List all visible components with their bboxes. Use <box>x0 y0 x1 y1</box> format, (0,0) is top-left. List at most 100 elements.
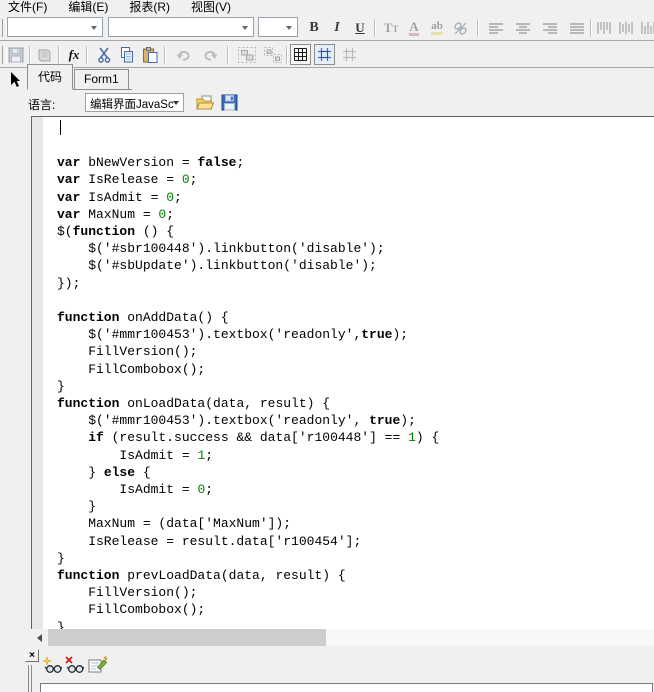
language-label: 语言: <box>28 96 55 113</box>
editor-gutter <box>32 117 43 629</box>
font-icon: TT <box>384 20 399 36</box>
function-button[interactable]: fx <box>63 44 85 66</box>
menu-item-2[interactable]: 报表(R) <box>129 0 170 14</box>
highlight-button[interactable]: ab <box>426 17 448 39</box>
chevron-down-icon <box>91 26 97 30</box>
distribute-top-button[interactable] <box>594 17 614 39</box>
delete-watch-button[interactable] <box>64 655 84 674</box>
code-line: FillCombobox(); <box>57 361 439 378</box>
bold-button[interactable]: B <box>303 17 325 39</box>
save-icon <box>221 94 238 111</box>
code-line: var MaxNum = 0; <box>57 206 439 223</box>
code-line: } <box>57 498 439 515</box>
distribute-middle-button[interactable] <box>616 17 636 39</box>
code-line: FillCombobox(); <box>57 601 439 618</box>
font-style-combobox[interactable] <box>108 17 254 37</box>
separator <box>227 46 229 64</box>
separator <box>58 46 60 64</box>
separator <box>86 46 88 64</box>
distribute-bottom-button[interactable] <box>638 17 654 39</box>
separator <box>477 19 479 37</box>
copy-icon <box>119 47 135 63</box>
separator <box>590 19 592 37</box>
italic-button[interactable]: I <box>326 17 348 39</box>
code-line: FillVersion(); <box>57 343 439 360</box>
align-left-button[interactable] <box>485 17 507 39</box>
code-line: var IsAdmit = 0; <box>57 189 439 206</box>
paste-button[interactable] <box>139 44 161 66</box>
close-panel-button[interactable]: × <box>25 649 39 662</box>
cut-button[interactable] <box>93 44 115 66</box>
tab-row: 代码Form1 <box>0 68 654 90</box>
code-line: $('#mmr100453').textbox('readonly',true)… <box>57 326 439 343</box>
snap-to-grid-icon <box>318 48 331 61</box>
code-editor[interactable]: var bNewVersion = false;var IsRelease = … <box>31 116 654 629</box>
align-right-icon <box>542 22 558 35</box>
snap-to-grid-button[interactable] <box>314 44 335 65</box>
show-grid-button[interactable] <box>290 44 311 65</box>
code-line: $('#sbUpdate').linkbutton('disable'); <box>57 257 439 274</box>
code-line: $('#mmr100453').textbox('readonly', true… <box>57 412 439 429</box>
menu-item-1[interactable]: 编辑(E) <box>68 0 108 14</box>
delete-watch-icon <box>65 656 84 674</box>
scroll-left-button[interactable] <box>31 629 48 646</box>
copy-button[interactable] <box>116 44 138 66</box>
code-line: $('#sbr100448').linkbutton('disable'); <box>57 240 439 257</box>
font-dialog-button[interactable]: TT <box>380 17 402 39</box>
ungroup-button[interactable] <box>262 44 284 66</box>
align-justify-button[interactable] <box>566 17 588 39</box>
font-family-combobox[interactable] <box>7 17 103 37</box>
add-watch-button[interactable] <box>42 655 62 674</box>
group-icon <box>238 47 256 63</box>
book-icon <box>37 48 53 63</box>
chevron-down-icon <box>242 26 248 30</box>
chevron-down-icon <box>173 101 179 105</box>
clear-format-button[interactable] <box>449 17 471 39</box>
code-line: }); <box>57 275 439 292</box>
font-color-button[interactable]: A <box>403 17 425 39</box>
redo-button[interactable] <box>199 44 221 66</box>
scrollbar-thumb[interactable] <box>48 629 326 646</box>
paste-icon <box>142 47 158 63</box>
font-size-combobox[interactable] <box>258 17 298 37</box>
pointer-tool-button[interactable] <box>8 71 21 91</box>
code-line: IsAdmit = 0; <box>57 481 439 498</box>
italic-icon: I <box>334 20 339 36</box>
language-combobox[interactable]: 编辑界面JavaSc <box>85 93 184 112</box>
edit-watch-icon <box>88 656 107 673</box>
align-right-button[interactable] <box>539 17 561 39</box>
panel-splitter[interactable] <box>28 665 32 692</box>
underline-button[interactable]: U <box>349 17 371 39</box>
code-lines: var bNewVersion = false;var IsRelease = … <box>57 137 439 629</box>
open-file-button[interactable] <box>195 92 217 113</box>
code-line: var bNewVersion = false; <box>57 154 439 171</box>
preview-button[interactable] <box>34 44 56 66</box>
edit-watch-button[interactable] <box>87 655 107 674</box>
watch-list[interactable] <box>40 683 653 692</box>
menu-item-0[interactable]: 文件(F) <box>8 0 47 14</box>
undo-icon <box>175 48 192 63</box>
code-line: } else { <box>57 464 439 481</box>
undo-button[interactable] <box>172 44 194 66</box>
report-designer-window: 文件(F) 编辑(E) 报表(R) 视图(V) B I U TT A ab <box>0 0 654 692</box>
horizontal-scrollbar[interactable] <box>31 629 654 646</box>
ungroup-icon <box>264 47 282 63</box>
tab-1[interactable]: Form1 <box>74 69 129 89</box>
bold-icon: B <box>309 20 318 36</box>
align-center-button[interactable] <box>512 17 534 39</box>
code-line: if (result.success && data['r100448'] ==… <box>57 429 439 446</box>
menu-item-3[interactable]: 视图(V) <box>191 0 231 14</box>
group-button[interactable] <box>236 44 258 66</box>
grid-settings-button[interactable] <box>339 44 360 65</box>
save-button[interactable] <box>5 44 27 66</box>
code-line <box>57 292 439 309</box>
highlight-icon: ab <box>431 21 443 35</box>
save-file-button[interactable] <box>218 92 240 113</box>
code-line: } <box>57 378 439 395</box>
tab-0[interactable]: 代码 <box>27 64 73 90</box>
code-line: } <box>57 550 439 567</box>
align-center-icon <box>515 22 531 35</box>
code-line: MaxNum = (data['MaxNum']); <box>57 515 439 532</box>
code-line: $(function () { <box>57 223 439 240</box>
triangle-left-icon <box>37 634 42 642</box>
